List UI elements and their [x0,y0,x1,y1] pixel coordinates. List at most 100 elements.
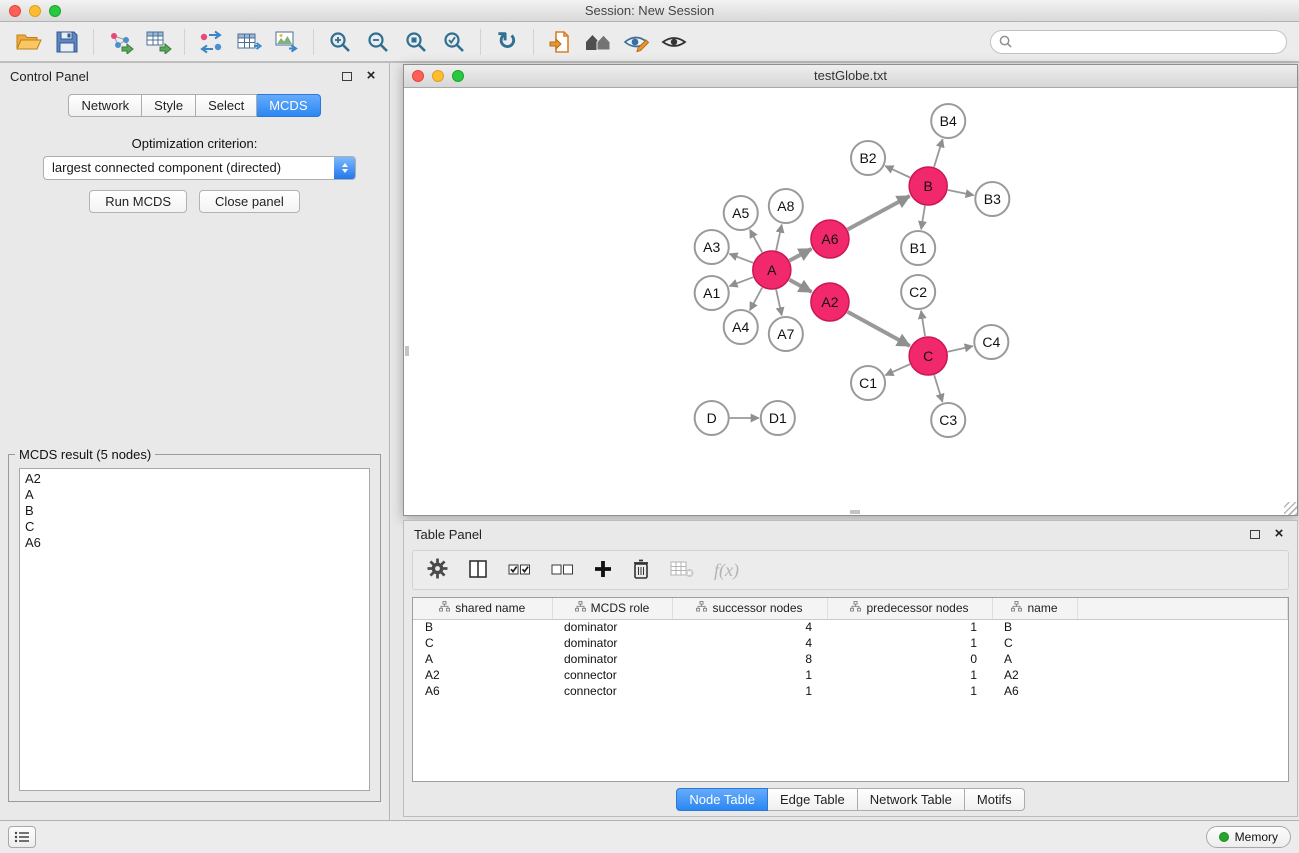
result-item[interactable]: B [25,503,364,519]
new-network-button[interactable] [192,26,230,58]
edge-B-B1[interactable] [921,206,925,230]
cell-mcds-role[interactable]: connector [552,683,672,699]
node-B4[interactable]: B4 [931,104,965,138]
result-item[interactable]: A [25,487,364,503]
cell-name[interactable]: A [992,651,1077,667]
cell-successor-nodes[interactable]: 4 [672,635,827,651]
edge-A-A4[interactable] [750,288,762,311]
edge-B-B4[interactable] [934,139,943,167]
tab-node-table[interactable]: Node Table [676,788,768,811]
cell-successor-nodes[interactable]: 1 [672,683,827,699]
select-all-button[interactable] [508,560,531,581]
cell-name[interactable]: B [992,619,1077,635]
table-row[interactable]: A2connector11A2 [413,667,1288,683]
column-visibility-button[interactable] [468,559,488,582]
edge-C-C3[interactable] [934,375,942,402]
node-C2[interactable]: C2 [901,275,935,309]
cell-predecessor-nodes[interactable]: 1 [827,635,992,651]
cell-shared-name[interactable]: C [413,635,552,651]
node-B2[interactable]: B2 [851,141,885,175]
cell-mcds-role[interactable]: dominator [552,635,672,651]
zoom-fit-button[interactable] [397,26,435,58]
cell-successor-nodes[interactable]: 4 [672,619,827,635]
cell-name[interactable]: A6 [992,683,1077,699]
window-titlebar[interactable]: Session: New Session [0,0,1299,22]
node-C1[interactable]: C1 [851,366,885,400]
zoom-out-button[interactable] [359,26,397,58]
open-file-button[interactable] [541,26,579,58]
zoom-selected-button[interactable] [435,26,473,58]
cell-predecessor-nodes[interactable]: 1 [827,619,992,635]
node-A3[interactable]: A3 [695,230,729,264]
cell-shared-name[interactable]: A6 [413,683,552,699]
node-D1[interactable]: D1 [761,401,795,435]
show-hide-button[interactable] [655,26,693,58]
mcds-result-list[interactable]: A2ABCA6 [19,468,370,791]
delete-row-button[interactable] [632,558,650,583]
delete-table-button[interactable] [670,560,694,581]
network-close-button[interactable] [412,70,424,82]
cell-shared-name[interactable]: A [413,651,552,667]
node-A1[interactable]: A1 [695,276,729,310]
tab-motifs[interactable]: Motifs [965,788,1025,811]
network-zoom-button[interactable] [452,70,464,82]
tab-network-table[interactable]: Network Table [858,788,965,811]
edge-A6-B[interactable] [848,196,910,230]
cell-predecessor-nodes[interactable]: 0 [827,651,992,667]
node-C3[interactable]: C3 [931,403,965,437]
run-mcds-button[interactable]: Run MCDS [89,190,187,213]
node-A4[interactable]: A4 [724,310,758,344]
zoom-window-button[interactable] [49,5,61,17]
edge-A-A3[interactable] [729,254,753,263]
import-network-button[interactable] [101,26,139,58]
cell-mcds-role[interactable]: dominator [552,651,672,667]
cell-mcds-role[interactable]: dominator [552,619,672,635]
open-session-button[interactable] [10,26,48,58]
cell-predecessor-nodes[interactable]: 1 [827,667,992,683]
table-row[interactable]: Cdominator41C [413,635,1288,651]
table-row[interactable]: Adominator80A [413,651,1288,667]
table-row[interactable]: A6connector11A6 [413,683,1288,699]
table-settings-button[interactable] [427,558,448,582]
table-row[interactable]: Bdominator41B [413,619,1288,635]
edge-B-B3[interactable] [948,190,974,195]
tab-select[interactable]: Select [196,94,257,117]
network-canvas[interactable]: AA1A2A3A4A5A6A7A8BB1B2B3B4CC1C2C3C4DD1 [404,88,1297,515]
node-B[interactable]: B [909,167,947,205]
edge-A-A7[interactable] [776,290,782,316]
deselect-all-button[interactable] [551,560,574,581]
add-row-button[interactable] [594,559,612,582]
import-table-button[interactable] [139,26,177,58]
column-header-successor-nodes[interactable]: successor nodes [672,598,827,619]
function-builder-button[interactable]: f(x) [714,560,739,581]
result-item[interactable]: A6 [25,535,364,551]
zoom-in-button[interactable] [321,26,359,58]
node-A7[interactable]: A7 [769,317,803,351]
show-panels-button[interactable] [8,826,36,848]
column-header-predecessor-nodes[interactable]: predecessor nodes [827,598,992,619]
canvas-bottom-scrollmark[interactable] [850,510,860,514]
cell-name[interactable]: C [992,635,1077,651]
close-window-button[interactable] [9,5,21,17]
canvas-left-scrollmark[interactable] [405,346,409,356]
result-item[interactable]: A2 [25,471,364,487]
export-image-button[interactable] [268,26,306,58]
node-A[interactable]: A [753,251,791,289]
graphics-details-button[interactable] [617,26,655,58]
node-A5[interactable]: A5 [724,196,758,230]
cell-successor-nodes[interactable]: 8 [672,651,827,667]
network-overview-button[interactable] [579,26,617,58]
network-minimize-button[interactable] [432,70,444,82]
node-A8[interactable]: A8 [769,189,803,223]
column-header-name[interactable]: name [992,598,1077,619]
edge-C-C1[interactable] [885,364,910,375]
node-B3[interactable]: B3 [975,182,1009,216]
new-table-button[interactable] [230,26,268,58]
cell-predecessor-nodes[interactable]: 1 [827,683,992,699]
dropdown-stepper[interactable] [334,157,355,179]
cell-successor-nodes[interactable]: 1 [672,667,827,683]
edge-A2-C[interactable] [847,312,909,346]
node-C[interactable]: C [909,337,947,375]
search-input[interactable] [1018,34,1278,49]
tab-style[interactable]: Style [142,94,196,117]
